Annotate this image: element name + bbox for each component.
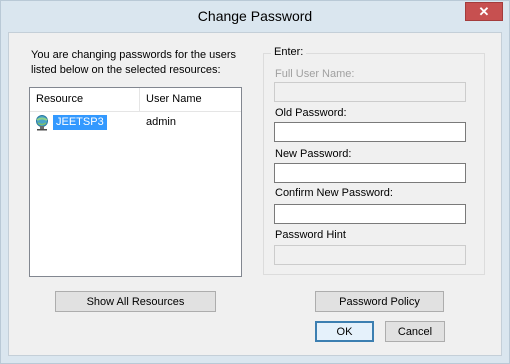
enter-group-legend: Enter: <box>271 46 307 58</box>
old-password-label: Old Password: <box>275 107 347 119</box>
new-password-label: New Password: <box>275 148 352 160</box>
server-icon <box>36 114 48 130</box>
confirm-new-password-label: Confirm New Password: <box>275 187 393 199</box>
password-hint-label: Password Hint <box>275 229 346 241</box>
column-header-resource[interactable]: Resource <box>30 88 140 111</box>
resources-list[interactable]: Resource User Name JEETSP3 admin <box>29 87 242 277</box>
close-button[interactable]: ✕ <box>465 2 503 21</box>
window-title: Change Password <box>197 8 313 24</box>
user-name-cell: admin <box>146 116 176 128</box>
full-user-name-field <box>274 82 466 102</box>
confirm-new-password-field[interactable] <box>274 204 466 224</box>
password-hint-field <box>274 245 466 265</box>
full-user-name-label: Full User Name: <box>275 68 355 80</box>
show-all-resources-button[interactable]: Show All Resources <box>55 291 216 312</box>
list-header: Resource User Name <box>30 88 241 112</box>
old-password-field[interactable] <box>274 122 466 142</box>
resource-name: JEETSP3 <box>53 115 107 130</box>
title-bar[interactable]: Change Password ✕ <box>1 1 509 32</box>
new-password-field[interactable] <box>274 163 466 183</box>
table-row[interactable]: JEETSP3 admin <box>30 113 241 132</box>
column-header-user-name[interactable]: User Name <box>140 88 241 111</box>
password-policy-button[interactable]: Password Policy <box>315 291 444 312</box>
ok-button[interactable]: OK <box>315 321 374 342</box>
intro-text: You are changing passwords for the users… <box>31 49 237 76</box>
cancel-button[interactable]: Cancel <box>385 321 445 342</box>
dialog-body: You are changing passwords for the users… <box>8 32 502 356</box>
change-password-dialog: Change Password ✕ You are changing passw… <box>0 0 510 364</box>
close-icon: ✕ <box>478 3 490 19</box>
resource-cell: JEETSP3 <box>34 114 107 131</box>
